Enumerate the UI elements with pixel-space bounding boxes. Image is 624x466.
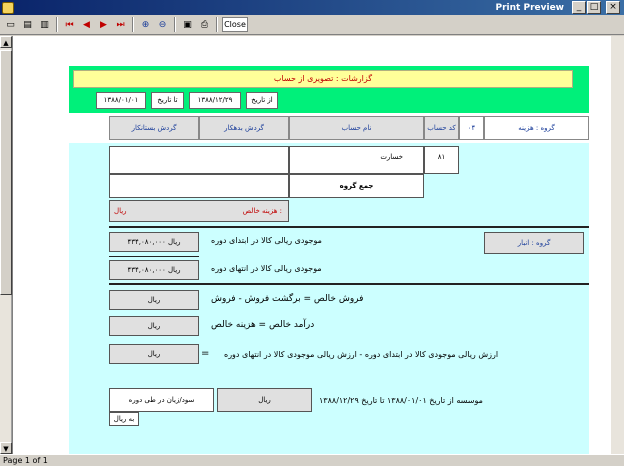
net-income-label: درآمد خالص = هزینه خالص [211,320,315,330]
param-box-4: از تاریخ [246,92,278,109]
param-box-3: ۱۳۸۸/۱۲/۲۹ [189,92,241,109]
net-income-value: ریال [109,316,199,336]
right-scroll-gutter [611,36,624,454]
inv-start-value: ۴۳۴,۰۸۰,۰۰۰ ریال [109,232,199,252]
page-indicator: Page 1 of 1 [3,456,48,465]
zoom-out-icon[interactable]: ⊖ [155,17,170,32]
close-button[interactable]: × [606,1,620,14]
group-code: ۰۴ [459,116,484,140]
equals-sign: = [201,348,210,359]
app-icon [2,1,14,14]
scroll-up-icon[interactable]: ▲ [0,36,12,48]
col-acc-code: کد حساب [424,116,459,140]
first-page-icon[interactable]: ⏮ [62,17,77,32]
net-cost-label: هزینه خالص : [242,207,282,215]
toolbar-separator [132,17,134,32]
row1-code: ۸۱ [424,146,459,174]
row2-amounts [109,174,289,198]
col-acc-name: نام حساب [289,116,424,140]
minimize-button[interactable]: _ [572,1,586,14]
toolbar-separator [216,17,218,32]
section-divider [109,226,589,228]
formula-label: ارزش ریالی موجودی کالا در ابتدای دوره - … [224,350,499,359]
scroll-down-icon[interactable]: ▼ [0,442,12,454]
scroll-thumb[interactable] [0,50,12,295]
net-cost-cell: ریال هزینه خالص : [109,200,289,222]
close-preview-button[interactable]: Close [222,17,248,32]
report-header-band: گزارشات : تصویری از حساب ۱۳۸۸/۰۱/۰۱ تا ت… [69,66,589,113]
title-bar: Print Preview [0,0,624,15]
report-page: گزارشات : تصویری از حساب ۱۳۸۸/۰۱/۰۱ تا ت… [13,36,611,454]
row1-name: خسارت [289,146,424,174]
row1-amounts [109,146,289,174]
col-credit: گردش بستانکار [109,116,199,140]
prev-page-icon[interactable]: ◀ [79,17,94,32]
page-width-icon[interactable]: ▭ [3,17,18,32]
two-pages-icon[interactable]: ▥ [37,17,52,32]
save-icon[interactable]: ▣ [180,17,195,32]
net-sales-value: ریال [109,290,199,310]
inv-start-label: موجودی ریالی کالا در ابتدای دوره [211,236,322,245]
period-text: موسسه از تاریخ ۱۳۸۸/۰۱/۰۱ تا تاریخ ۱۳۸۸/… [319,396,483,405]
zoom-in-icon[interactable]: ⊕ [138,17,153,32]
final-sub-cell: به ریال [109,412,139,426]
next-page-icon[interactable]: ▶ [96,17,111,32]
row2-name: جمع گروه [289,174,424,198]
status-bar: Page 1 of 1 [0,454,624,466]
underline [109,256,199,257]
net-sales-label: فروش خالص = برگشت فروش - فروش [211,294,364,304]
report-banner: گزارشات : تصویری از حساب [73,70,573,88]
inv-end-value: ۴۳۴,۰۸۰,۰۰۰ ریال [109,260,199,280]
net-cost-value: ریال [114,207,127,215]
group-label: گروه : هزینه [484,116,589,140]
group2-label: گروه : انبار [484,232,584,254]
report-body: گزارشات : تصویری از حساب ۱۳۸۸/۰۱/۰۱ تا ت… [69,66,589,454]
final-text-cell: سود/زیان در طی دوره [109,388,214,412]
toolbar: ▭ ▤ ▥ ⏮ ◀ ▶ ⏭ ⊕ ⊖ ▣ ⎙ Close [0,15,624,35]
maximize-button[interactable]: □ [587,1,601,14]
toolbar-separator [56,17,58,32]
last-page-icon[interactable]: ⏭ [113,17,128,32]
formula-value: ریال [109,344,199,364]
window-title: Print Preview [495,2,564,13]
param-box-2: تا تاریخ [151,92,184,109]
period-value: ریال [217,388,312,412]
vertical-scrollbar[interactable]: ▲ ▼ [0,36,12,454]
inv-end-label: موجودی ریالی کالا در انتهای دوره [211,264,322,273]
whole-page-icon[interactable]: ▤ [20,17,35,32]
toolbar-separator [174,17,176,32]
col-debit: گردش بدهکار [199,116,289,140]
section-divider [109,283,589,285]
param-box-1: ۱۳۸۸/۰۱/۰۱ [96,92,146,109]
print-icon[interactable]: ⎙ [197,17,212,32]
